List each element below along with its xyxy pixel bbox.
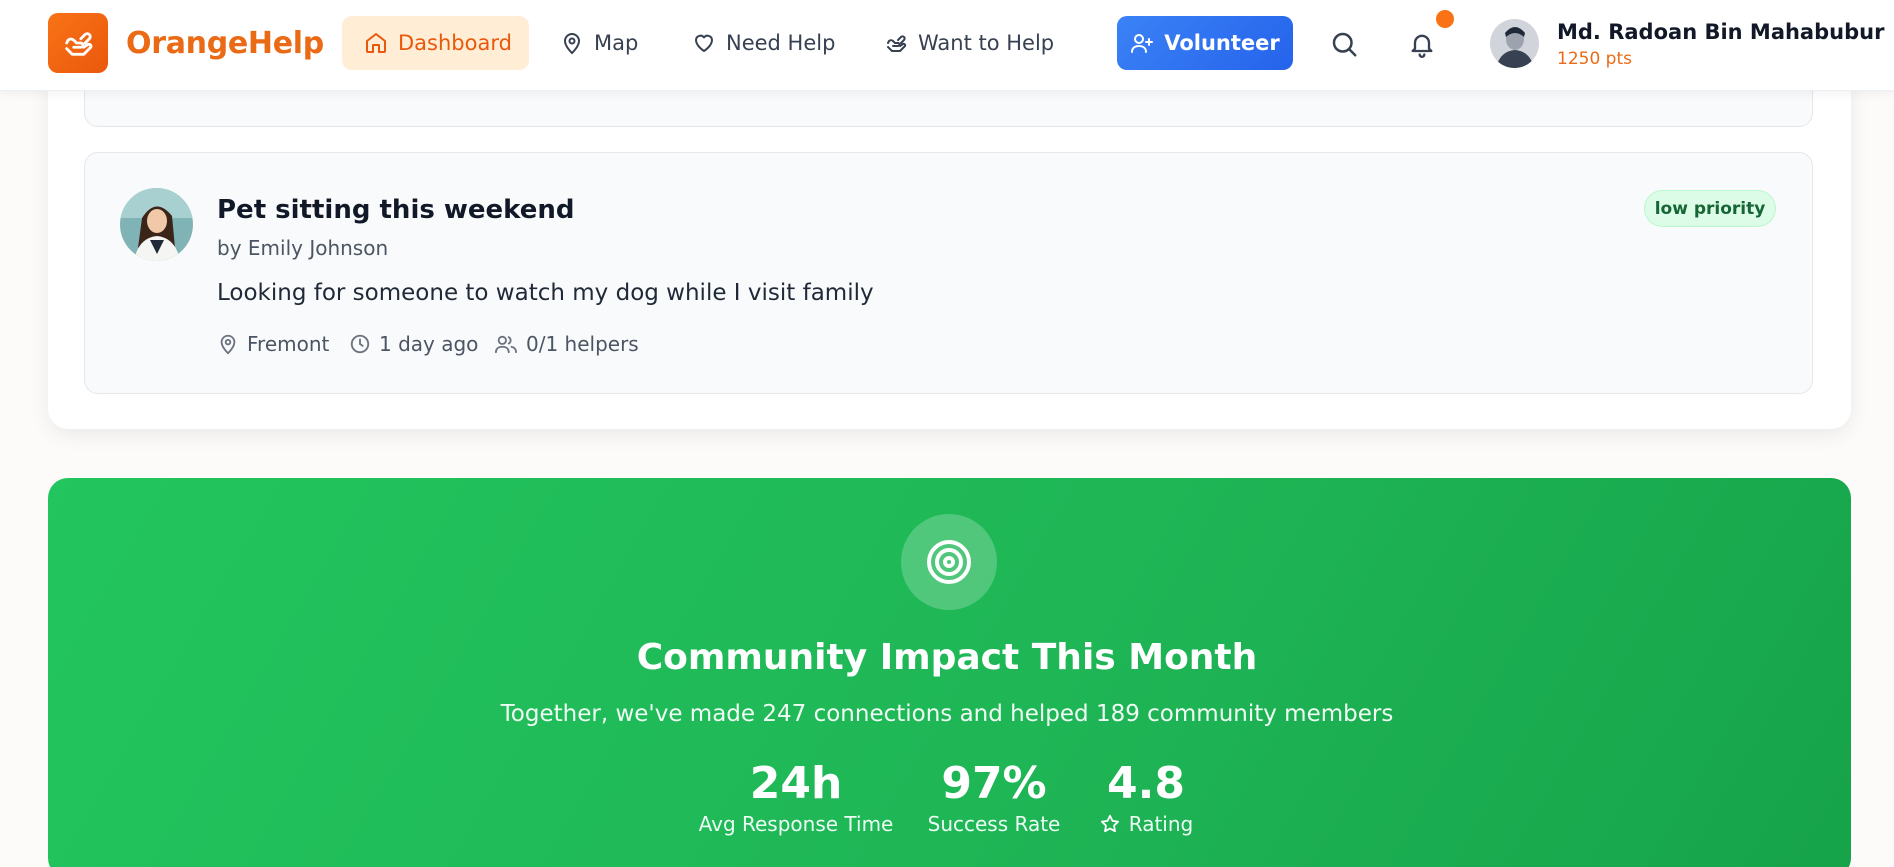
request-item[interactable] bbox=[84, 152, 1813, 394]
impact-title: Community Impact This Month bbox=[636, 637, 1258, 678]
user-points: 1250 pts bbox=[1557, 49, 1632, 69]
stat-value: 24h bbox=[749, 758, 843, 809]
user-avatar[interactable] bbox=[1490, 19, 1539, 68]
request-time-text: 1 day ago bbox=[379, 332, 479, 356]
logo-icon[interactable] bbox=[48, 13, 108, 73]
stat-label: Avg Response Time bbox=[698, 812, 894, 836]
helping-hand-icon bbox=[887, 35, 907, 52]
nav-need-help[interactable]: Need Help bbox=[670, 16, 857, 70]
request-helpers: 0/1 helpers bbox=[494, 330, 639, 358]
stat-label: Rating bbox=[1128, 812, 1194, 836]
request-location: Fremont bbox=[217, 330, 329, 358]
star-icon bbox=[1100, 814, 1119, 833]
map-pin-icon bbox=[220, 334, 236, 355]
brand-name[interactable]: OrangeHelp bbox=[126, 26, 324, 61]
stat-value: 4.8 bbox=[1107, 758, 1185, 809]
heart-icon bbox=[695, 34, 713, 52]
volunteer-button[interactable]: Volunteer bbox=[1117, 16, 1293, 70]
request-helpers-text: 0/1 helpers bbox=[526, 332, 639, 356]
nav-need-help-label: Need Help bbox=[726, 31, 836, 55]
nav-want-to-help-label: Want to Help bbox=[918, 31, 1055, 55]
request-title[interactable]: Pet sitting this weekend bbox=[217, 195, 575, 225]
user-name[interactable]: Md. Radoan Bin Mahabubur bbox=[1557, 20, 1884, 44]
notification-badge bbox=[1436, 10, 1454, 28]
nav-dashboard-label: Dashboard bbox=[398, 31, 512, 55]
nav-dashboard[interactable]: Dashboard bbox=[342, 16, 529, 70]
request-location-text: Fremont bbox=[247, 332, 330, 356]
requester-avatar bbox=[120, 188, 193, 261]
nav-map-label: Map bbox=[594, 31, 639, 55]
stat-response-time: 24h Avg Response Time bbox=[696, 758, 896, 836]
target-icon bbox=[901, 514, 997, 610]
nav-map[interactable]: Map bbox=[538, 16, 660, 70]
request-time: 1 day ago bbox=[349, 330, 478, 358]
user-plus-icon bbox=[1131, 34, 1154, 53]
stat-value: 97% bbox=[941, 758, 1047, 809]
map-pin-icon bbox=[563, 33, 581, 55]
stat-success-rate: 97% Success Rate bbox=[914, 758, 1074, 836]
request-author: by Emily Johnson bbox=[217, 236, 389, 260]
impact-subtitle: Together, we've made 247 connections and… bbox=[500, 701, 1394, 727]
bell-icon[interactable] bbox=[1402, 24, 1442, 64]
clock-icon bbox=[350, 334, 370, 354]
stat-label: Success Rate bbox=[927, 812, 1061, 836]
top-navbar: OrangeHelp Dashboard Map Need Help Want … bbox=[0, 0, 1894, 91]
users-icon bbox=[494, 335, 517, 354]
stat-rating: 4.8 Rating bbox=[1090, 758, 1202, 836]
nav-want-to-help[interactable]: Want to Help bbox=[862, 16, 1076, 70]
home-icon bbox=[366, 33, 386, 53]
volunteer-label: Volunteer bbox=[1164, 31, 1280, 55]
request-description: Looking for someone to watch my dog whil… bbox=[217, 280, 874, 306]
priority-badge: low priority bbox=[1644, 190, 1776, 227]
search-icon[interactable] bbox=[1324, 24, 1364, 64]
